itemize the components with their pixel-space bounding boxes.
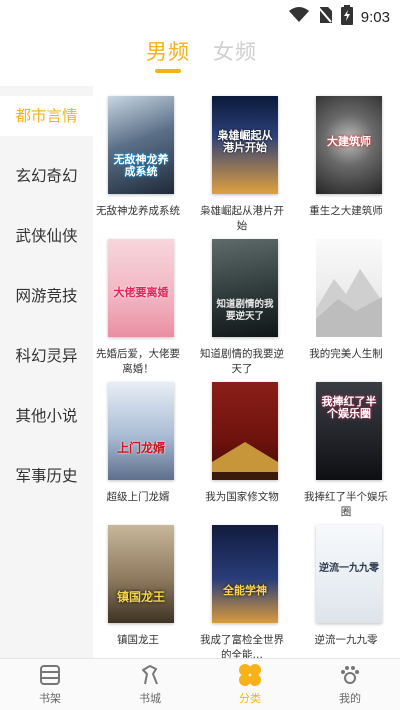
book-card[interactable]: 我为国家修文物 [197,382,287,505]
book-card[interactable]: 知道剧情的我要逆天了 知道剧情的我要逆天了 [197,239,287,377]
book-card[interactable]: 大佬要离婚 先婚后爱，大佬要离婚！ [93,239,183,377]
wifi-icon [288,7,309,27]
sidebar-item-other[interactable]: 其他小说 [0,396,93,436]
book-title: 重生之大建筑师 [309,205,383,217]
book-card[interactable]: 大建筑师 重生之大建筑师 [301,96,391,219]
category-sidebar: 都市言情 玄幻奇幻 武侠仙侠 网游竞技 科幻灵异 其他小说 军事历史 [0,86,93,658]
book-title: 先婚后爱，大佬要离婚！ [96,348,180,375]
bookstore-icon [120,662,180,688]
book-title: 我为国家修文物 [205,491,279,503]
bottom-navigation: 书架 书城 分类 我的 [0,658,400,710]
nav-bookshelf[interactable]: 书架 [20,662,80,706]
bookshelf-icon [20,662,80,688]
book-title: 知道剧情的我要逆天了 [200,348,284,375]
gender-tabs: 男频 女频 [0,30,400,80]
book-title: 镇国龙王 [117,634,159,646]
book-cover: 全能学神 [212,525,278,623]
book-title: 逆流一九九零 [314,634,378,646]
book-cover: 逆流一九九零 [316,525,382,623]
tab-male[interactable]: 男频 [146,36,190,66]
book-title: 枭雄崛起从港片开始 [200,205,284,232]
book-card[interactable]: 我的完美人生制 [301,239,391,362]
sidebar-item-gaming[interactable]: 网游竞技 [0,276,93,316]
tab-female[interactable]: 女频 [213,36,257,66]
book-title: 超级上门龙婿 [106,491,170,503]
status-time: 9:03 [360,8,390,26]
book-card[interactable]: 上门龙婿 超级上门龙婿 [93,382,183,505]
book-title: 无敌神龙养成系统 [96,205,180,217]
book-grid: 无敌神龙养成系统 无敌神龙养成系统 枭雄崛起从港片开始 枭雄崛起从港片开始 大建… [93,86,400,661]
category-icon [220,662,280,688]
book-cover [316,239,382,337]
book-cover [212,382,278,480]
book-card[interactable]: 枭雄崛起从港片开始 枭雄崛起从港片开始 [197,96,287,234]
status-bar: 9:03 [0,0,400,28]
book-title: 我捧红了半个娱乐圈 [304,491,388,518]
sidebar-item-military-history[interactable]: 军事历史 [0,456,93,496]
book-cover: 镇国龙王 [108,525,174,623]
book-cover: 上门龙婿 [108,382,174,480]
book-card[interactable]: 我捧红了半个娱乐圈 我捧红了半个娱乐圈 [301,382,391,520]
book-card[interactable]: 镇国龙王 镇国龙王 [93,525,183,648]
tab-indicator [155,69,181,73]
book-cover: 无敌神龙养成系统 [108,96,174,194]
mountain-illustration [316,269,382,337]
palace-roof-illustration [212,442,278,480]
book-cover: 大佬要离婚 [108,239,174,337]
book-cover: 我捧红了半个娱乐圈 [316,382,382,480]
nav-bookstore[interactable]: 书城 [120,662,180,706]
book-cover: 枭雄崛起从港片开始 [212,96,278,194]
book-cover: 知道剧情的我要逆天了 [212,239,278,337]
sidebar-item-fantasy[interactable]: 玄幻奇幻 [0,156,93,196]
nav-category[interactable]: 分类 [220,662,280,706]
nav-profile[interactable]: 我的 [320,662,380,706]
battery-charging-icon [340,5,353,29]
sidebar-item-wuxia[interactable]: 武侠仙侠 [0,216,93,256]
book-card[interactable]: 无敌神龙养成系统 无敌神龙养成系统 [93,96,183,219]
sidebar-item-urban-romance[interactable]: 都市言情 [0,96,93,136]
no-sim-icon [317,6,333,28]
book-title: 我的完美人生制 [309,348,383,360]
book-card[interactable]: 逆流一九九零 逆流一九九零 [301,525,391,648]
book-cover: 大建筑师 [316,96,382,194]
sidebar-item-scifi[interactable]: 科幻灵异 [0,336,93,376]
paw-profile-icon [320,662,380,688]
book-card[interactable]: 全能学神 我成了富检全世界的全能… [197,525,287,663]
